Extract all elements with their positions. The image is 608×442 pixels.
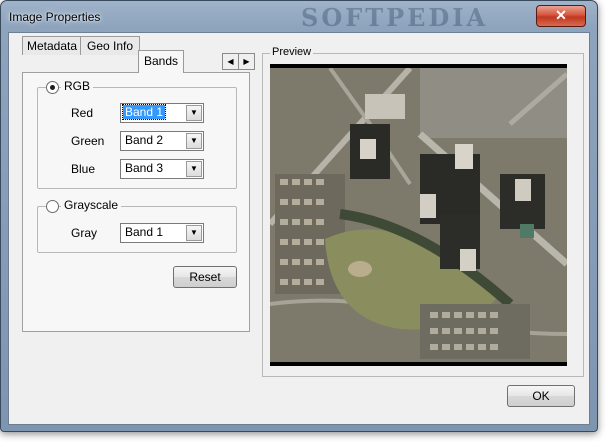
green-band-value: Band 2 — [125, 133, 164, 147]
gray-band-select[interactable]: Band 1 ▼ — [120, 223, 204, 243]
gray-band-value: Band 1 — [125, 225, 164, 239]
image-properties-window: Image Properties SOFTPEDIA ✕ Metadata Ge… — [0, 0, 598, 432]
reset-button-label: Reset — [189, 270, 221, 284]
close-icon: ✕ — [555, 7, 567, 23]
chevron-down-icon[interactable]: ▼ — [186, 225, 202, 241]
window-title: Image Properties — [9, 10, 101, 24]
chevron-right-icon: ▶ — [243, 57, 250, 66]
preview-label: Preview — [270, 46, 314, 58]
title-bar[interactable]: Image Properties SOFTPEDIA ✕ — [1, 1, 597, 33]
red-band-value: Band 1 — [121, 104, 167, 120]
reset-button[interactable]: Reset — [173, 266, 237, 288]
tab-scroll-right-button[interactable]: ▶ — [238, 53, 255, 70]
blue-label: Blue — [71, 162, 96, 176]
watermark-logo: SOFTPEDIA — [301, 3, 489, 32]
radio-selected-dot — [50, 85, 55, 90]
rgb-radio-label: RGB — [61, 79, 94, 93]
dialog-client-area: Metadata Geo Info Bands ◀ ▶ RGB Red Band… — [8, 32, 590, 425]
gray-label: Gray — [71, 226, 98, 240]
red-band-select[interactable]: Band 1 ▼ — [120, 103, 204, 123]
tab-bands[interactable]: Bands — [138, 50, 184, 73]
rgb-radio[interactable] — [46, 81, 59, 94]
aerial-photo — [270, 64, 567, 366]
blue-band-value: Band 3 — [125, 161, 164, 175]
chevron-down-icon[interactable]: ▼ — [186, 161, 202, 177]
green-label: Green — [71, 134, 105, 148]
tab-geo-info[interactable]: Geo Info — [80, 36, 140, 55]
blue-band-select[interactable]: Band 3 ▼ — [120, 159, 204, 179]
ok-button-label: OK — [532, 389, 550, 403]
grayscale-radio-label: Grayscale — [61, 198, 122, 212]
tab-geo-info-label: Geo Info — [86, 39, 134, 53]
grayscale-radio[interactable] — [46, 200, 59, 213]
green-band-select[interactable]: Band 2 ▼ — [120, 131, 204, 151]
bands-tab-panel: RGB Red Band 1 ▼ Green Band 2 ▼ Blue Ban… — [22, 72, 250, 332]
red-label: Red — [71, 106, 94, 120]
tab-scroll-left-button[interactable]: ◀ — [222, 53, 239, 70]
tab-metadata[interactable]: Metadata — [22, 36, 82, 55]
close-button[interactable]: ✕ — [536, 5, 586, 27]
chevron-down-icon[interactable]: ▼ — [186, 133, 202, 149]
ok-button[interactable]: OK — [507, 385, 575, 407]
chevron-left-icon: ◀ — [227, 57, 234, 66]
tab-bands-label: Bands — [143, 54, 179, 68]
preview-image — [270, 64, 567, 366]
tab-metadata-label: Metadata — [26, 39, 78, 53]
chevron-down-icon[interactable]: ▼ — [186, 105, 202, 121]
